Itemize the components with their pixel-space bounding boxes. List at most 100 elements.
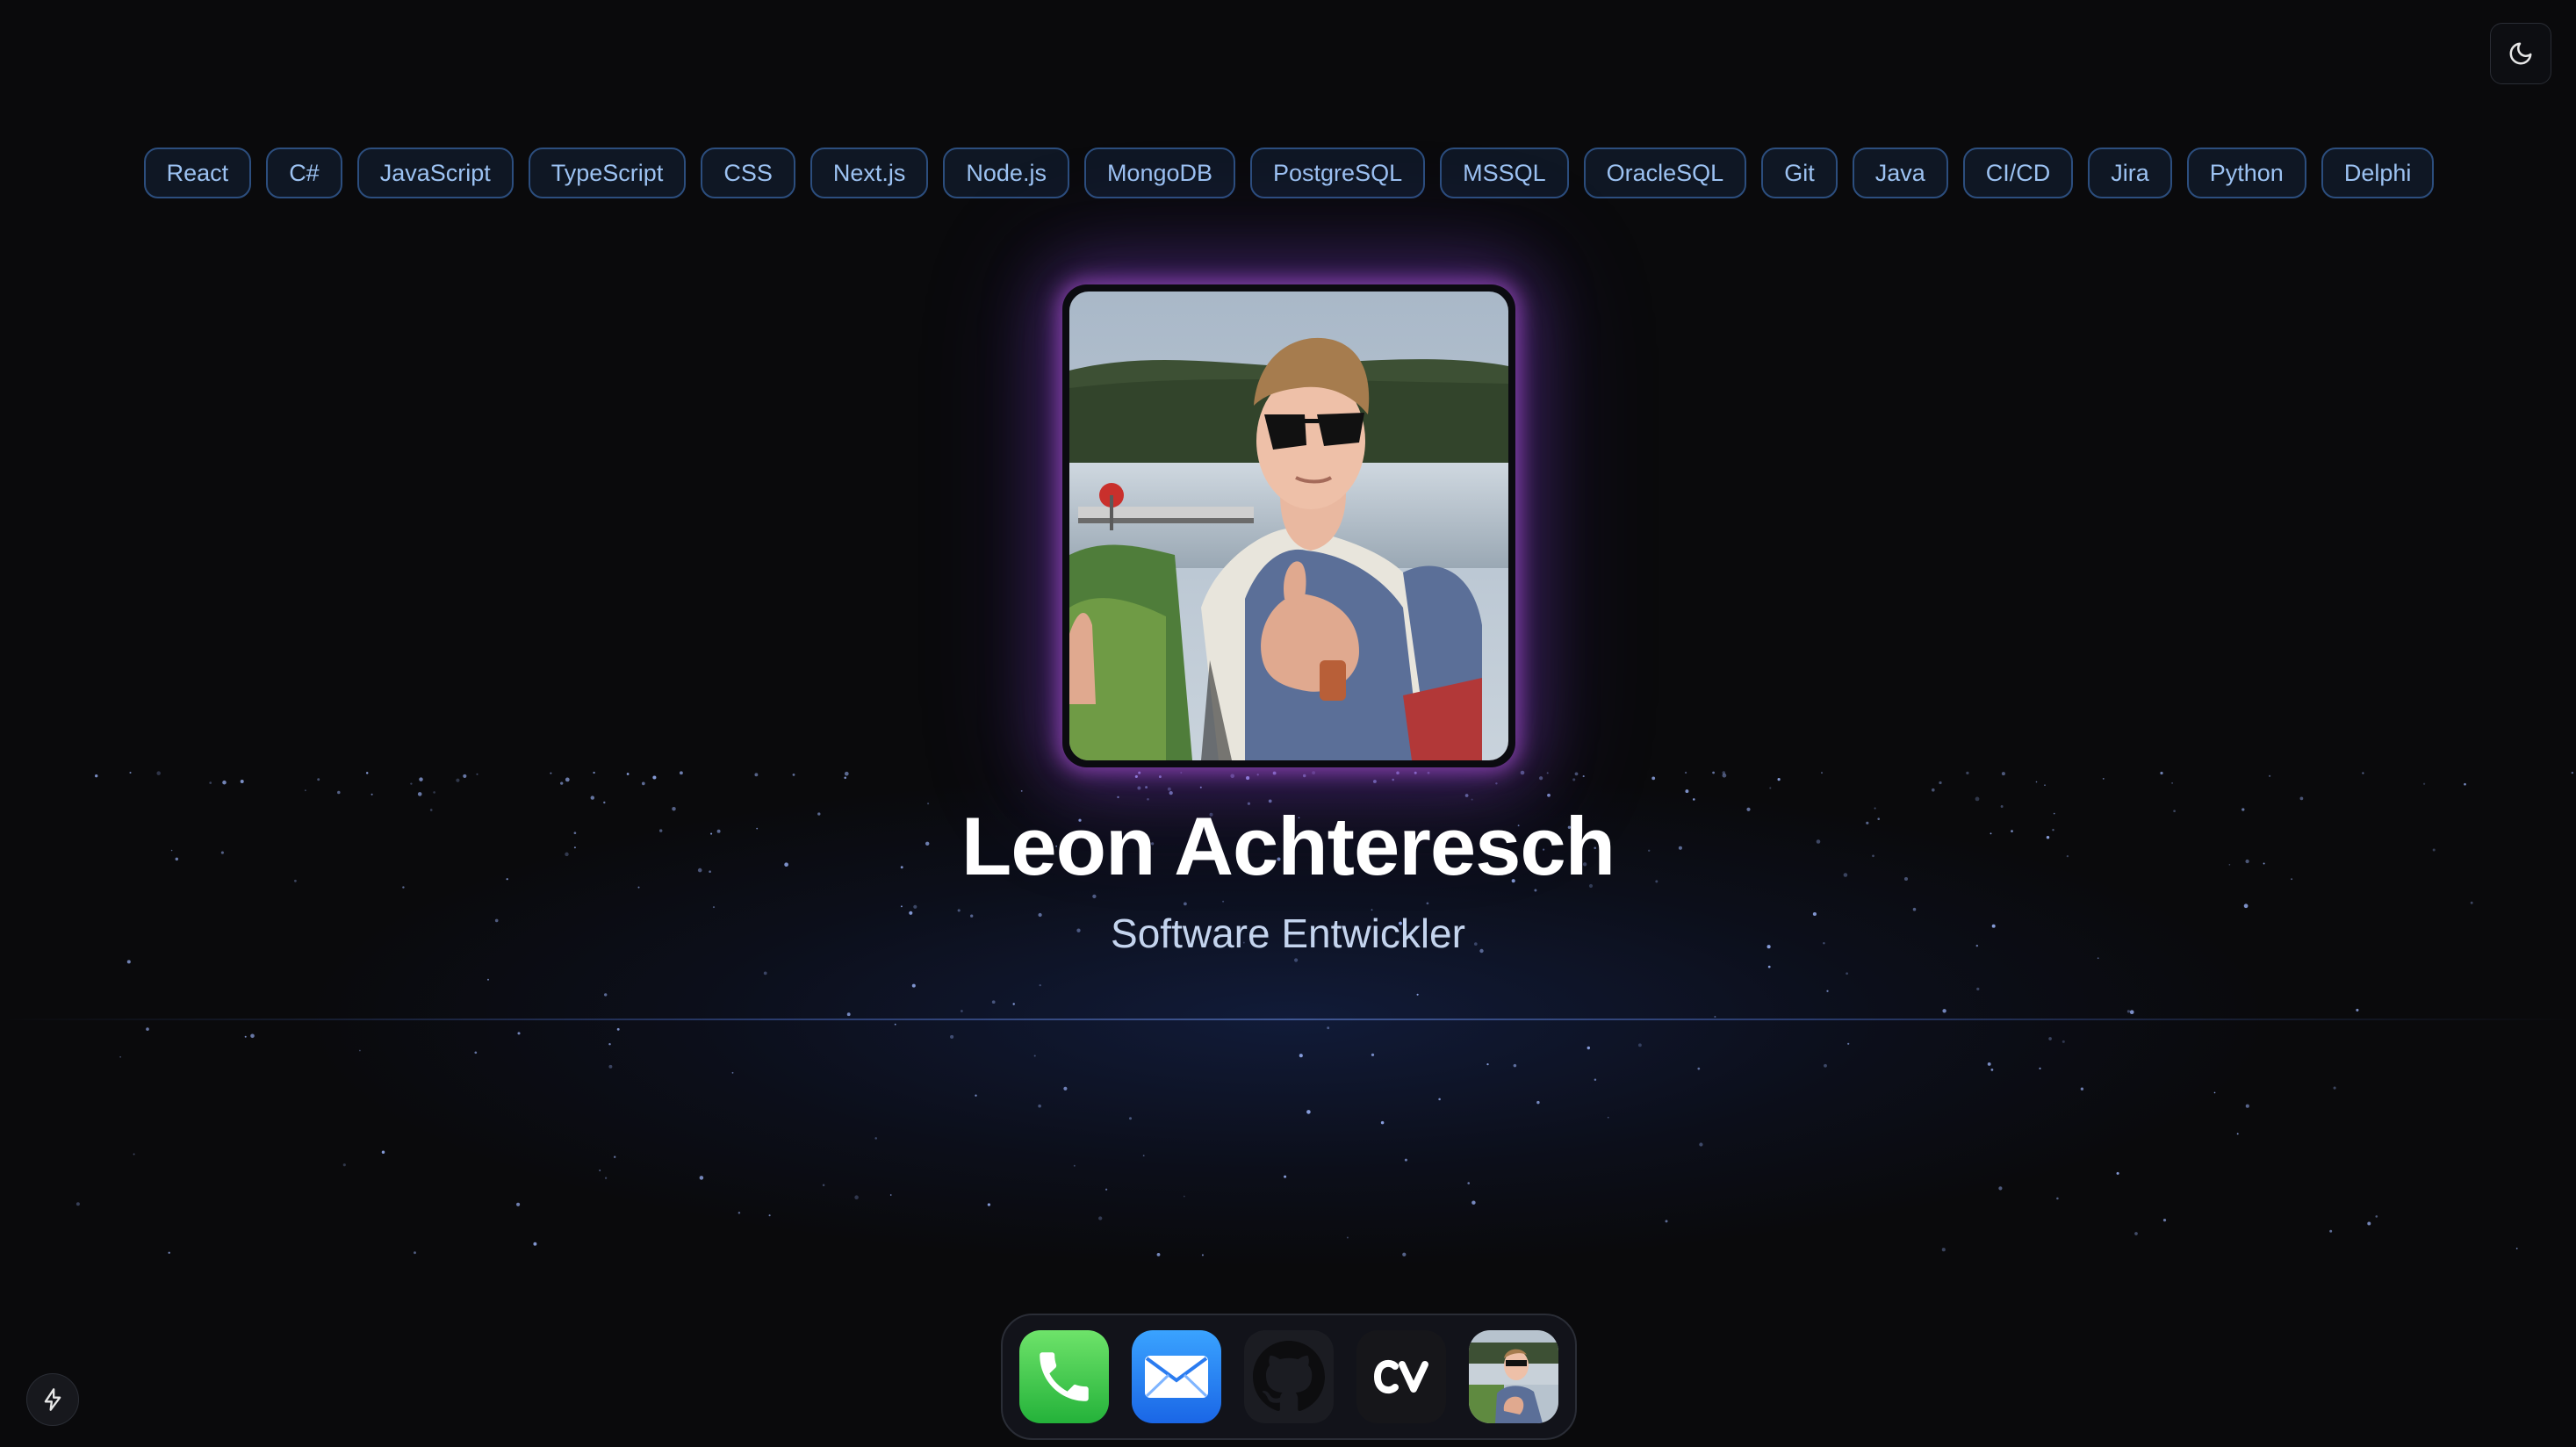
star-dot xyxy=(731,1071,734,1074)
star-dot xyxy=(342,1163,346,1167)
star-dot xyxy=(1847,1042,1850,1045)
star-dot xyxy=(844,776,846,780)
star-dot xyxy=(1987,1062,1991,1066)
star-dot xyxy=(1966,771,1969,775)
star-dot xyxy=(754,773,759,777)
star-dot xyxy=(1976,987,1980,991)
star-dot xyxy=(1414,771,1417,774)
star-dot xyxy=(1767,965,1771,968)
star-dot xyxy=(2333,1086,2336,1090)
star-dot xyxy=(2213,1091,2216,1094)
cv-button[interactable] xyxy=(1356,1330,1446,1423)
bolt-button[interactable] xyxy=(26,1373,79,1426)
star-dot xyxy=(476,773,479,775)
star-dot xyxy=(2515,1248,2518,1249)
star-dot xyxy=(604,993,608,997)
star-dot xyxy=(1685,789,1689,794)
star-dot xyxy=(1201,1254,1204,1256)
star-dot xyxy=(913,904,917,909)
star-dot xyxy=(1135,774,1138,778)
star-dot xyxy=(1438,1098,1441,1101)
star-dot xyxy=(1299,1054,1303,1058)
star-dot xyxy=(1302,774,1306,778)
star-dot xyxy=(1137,786,1141,790)
star-dot xyxy=(1184,902,1187,906)
star-dot xyxy=(381,1150,385,1155)
star-dot xyxy=(894,1023,896,1026)
star-dot xyxy=(2102,777,2105,780)
skill-tag: Git xyxy=(1761,148,1838,198)
star-dot xyxy=(699,1176,704,1180)
star-dot xyxy=(2048,1037,2052,1040)
star-dot xyxy=(1546,772,1549,774)
star-dot xyxy=(2097,957,2099,960)
star-dot xyxy=(1777,778,1781,781)
star-dot xyxy=(1467,1182,1470,1184)
skill-tag: Java xyxy=(1852,148,1948,198)
star-dot xyxy=(1183,1195,1185,1198)
skill-tag: C# xyxy=(266,148,342,198)
star-dot xyxy=(1138,771,1141,774)
star-dot xyxy=(2362,772,2364,774)
star-dot xyxy=(1471,1200,1476,1205)
star-dot xyxy=(1942,1009,1946,1013)
star-dot xyxy=(126,960,131,964)
star-dot xyxy=(1134,774,1138,779)
star-dot xyxy=(222,780,227,785)
phone-icon xyxy=(1040,1352,1089,1401)
star-dot xyxy=(763,971,767,975)
star-dot xyxy=(593,771,595,774)
star-dot xyxy=(129,771,132,774)
star-dot xyxy=(1821,772,1823,774)
skill-tag: PostgreSQL xyxy=(1250,148,1426,198)
star-dot xyxy=(2243,903,2249,909)
star-dot xyxy=(1547,793,1551,797)
star-dot xyxy=(1427,771,1430,774)
star-dot xyxy=(1574,772,1579,776)
star-dot xyxy=(1372,780,1377,783)
star-dot xyxy=(371,793,373,795)
theme-toggle-button[interactable] xyxy=(2490,23,2551,84)
star-dot xyxy=(2080,1087,2084,1091)
star-dot xyxy=(1180,772,1183,774)
skill-tag: Python xyxy=(2186,148,2306,198)
star-dot xyxy=(1697,1067,1701,1070)
star-dot xyxy=(950,1034,954,1039)
github-button[interactable] xyxy=(1244,1330,1334,1423)
star-dot xyxy=(1416,993,1419,996)
profile-photo-icon xyxy=(1469,1330,1558,1423)
skill-tag: Delphi xyxy=(2321,148,2435,198)
star-dot xyxy=(168,1251,170,1255)
star-dot xyxy=(768,1214,771,1217)
mail-button[interactable] xyxy=(1132,1330,1221,1423)
star-dot xyxy=(1156,1252,1161,1256)
star-dot xyxy=(1712,771,1715,774)
star-dot xyxy=(900,905,903,908)
star-dot xyxy=(641,781,645,786)
profile-photo-button[interactable] xyxy=(1469,1330,1558,1423)
star-dot xyxy=(616,1027,620,1031)
star-dot xyxy=(560,781,564,785)
star-dot xyxy=(1594,1078,1597,1081)
star-dot xyxy=(1699,1142,1703,1147)
star-dot xyxy=(1306,1110,1311,1114)
star-dot xyxy=(365,772,369,774)
star-dot xyxy=(679,771,683,775)
profile-title: Software Entwickler xyxy=(1111,911,1465,956)
cv-icon xyxy=(1373,1359,1428,1394)
star-dot xyxy=(1464,794,1469,797)
phone-button[interactable] xyxy=(1019,1330,1109,1423)
star-dot xyxy=(240,780,244,783)
star-dot xyxy=(414,1251,416,1255)
star-dot xyxy=(854,1195,859,1199)
star-dot xyxy=(1824,1063,1827,1068)
star-dot xyxy=(604,1177,608,1179)
skill-tag: MSSQL xyxy=(1440,148,1569,198)
star-dot xyxy=(1169,790,1173,795)
star-dot xyxy=(1222,900,1225,903)
star-dot xyxy=(1998,1186,2003,1191)
star-dot xyxy=(2126,1010,2131,1013)
star-dot xyxy=(1129,1117,1132,1120)
star-dot xyxy=(474,1051,478,1055)
skill-tag: JavaScript xyxy=(356,148,514,198)
